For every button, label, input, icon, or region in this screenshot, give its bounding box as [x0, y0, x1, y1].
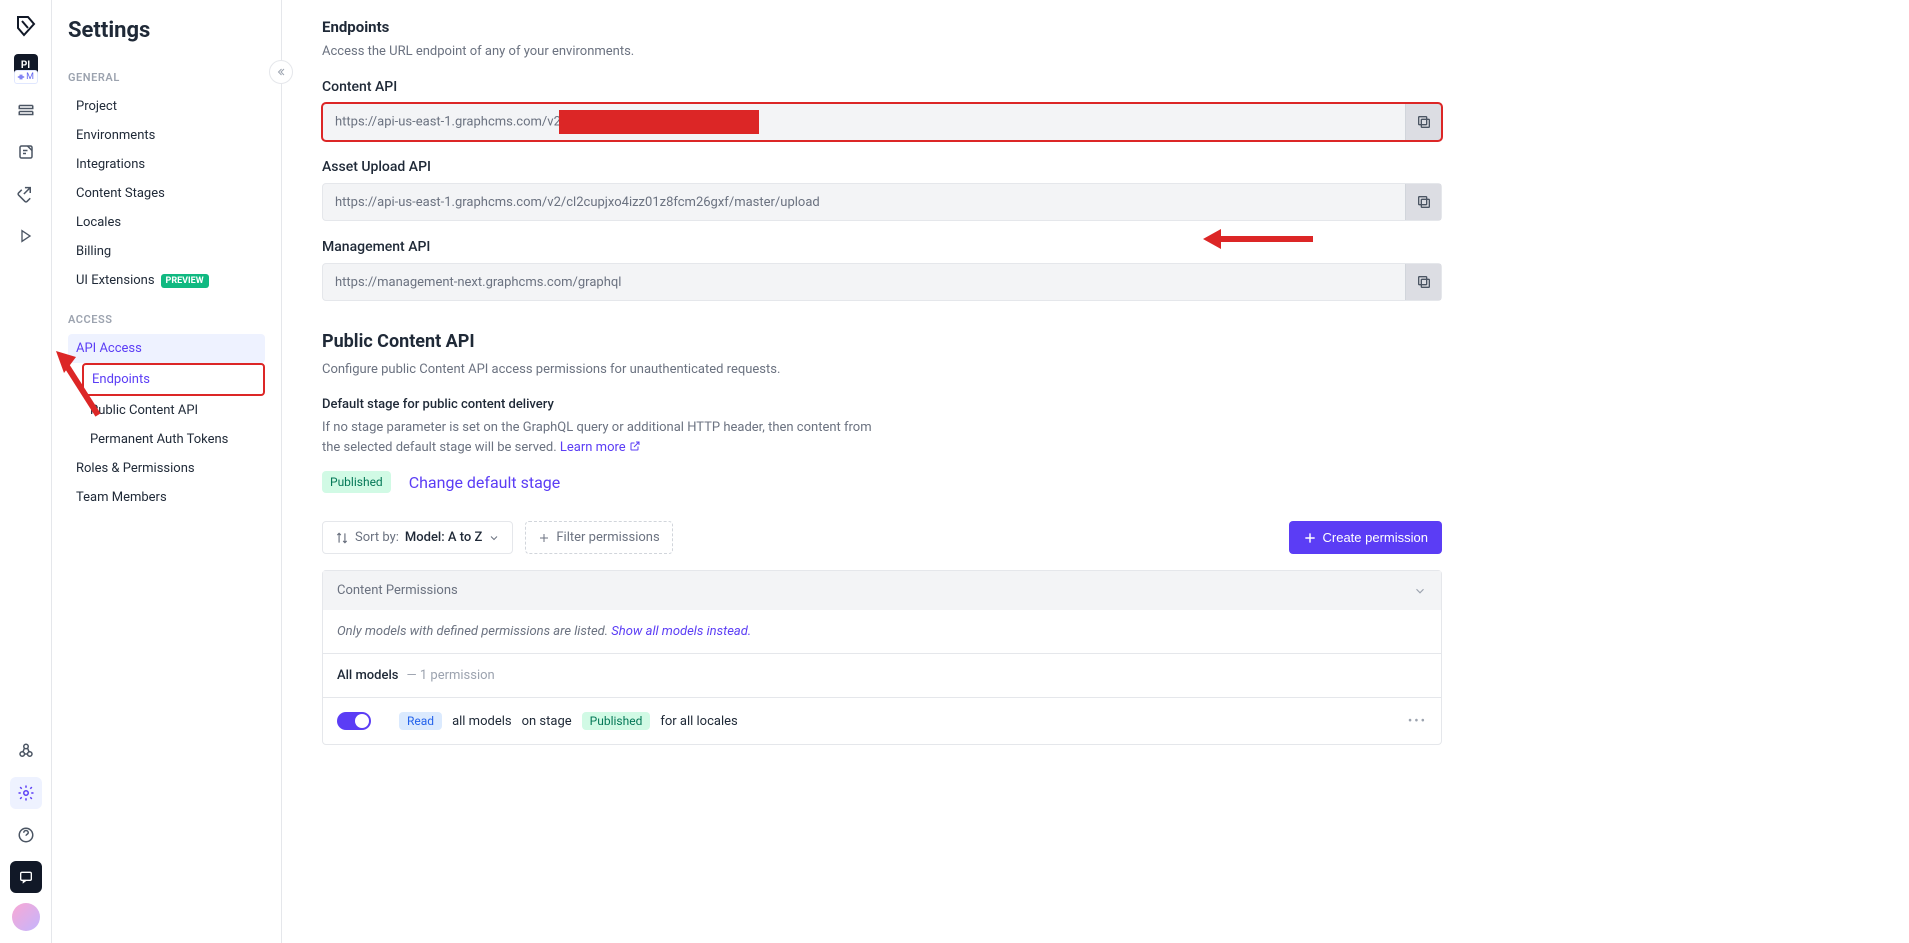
- nav-ui-extensions-label: UI Extensions: [76, 273, 155, 288]
- mgmt-api-label: Management API: [322, 239, 1442, 255]
- endpoints-desc: Access the URL endpoint of any of your e…: [322, 44, 1442, 59]
- collapse-sidebar-button[interactable]: [269, 60, 293, 84]
- redacted-block: [559, 110, 759, 134]
- nav-billing[interactable]: Billing: [68, 237, 265, 266]
- nav-team-members[interactable]: Team Members: [68, 483, 265, 512]
- external-link-icon: [629, 440, 641, 452]
- learn-more-link[interactable]: Learn more: [560, 440, 641, 455]
- nav-content-stages[interactable]: Content Stages: [68, 179, 265, 208]
- copy-icon: [1416, 274, 1432, 290]
- section-access-label: ACCESS: [68, 313, 265, 326]
- nav-integrations[interactable]: Integrations: [68, 150, 265, 179]
- permission-count: — 1 permission: [406, 668, 494, 683]
- panel-title: Content Permissions: [337, 583, 458, 598]
- nav-roles-permissions[interactable]: Roles & Permissions: [68, 454, 265, 483]
- nav-assets-icon[interactable]: [10, 178, 42, 210]
- app-logo[interactable]: [14, 14, 38, 38]
- plus-icon: [1303, 531, 1317, 545]
- read-badge: Read: [399, 712, 442, 730]
- default-stage-desc: If no stage parameter is set on the Grap…: [322, 418, 882, 457]
- icon-bar: PI M: [0, 0, 52, 943]
- section-general-label: GENERAL: [68, 71, 265, 84]
- nav-permanent-auth-tokens[interactable]: Permanent Auth Tokens: [82, 425, 265, 454]
- nav-api-access[interactable]: API Access: [68, 334, 265, 363]
- create-permission-label: Create permission: [1323, 530, 1429, 545]
- more-options-button[interactable]: •••: [1408, 714, 1427, 729]
- nav-project[interactable]: Project: [68, 92, 265, 121]
- public-api-title: Public Content API: [322, 331, 1442, 352]
- env-badge: M: [14, 70, 38, 84]
- permission-toggle[interactable]: [337, 712, 371, 730]
- content-api-url-box: https://api-us-east-1.graphcms.com/v2: [322, 103, 1442, 141]
- asset-api-url: https://api-us-east-1.graphcms.com/v2/cl…: [323, 195, 1405, 210]
- public-api-desc: Configure public Content API access perm…: [322, 362, 1442, 377]
- nav-locales[interactable]: Locales: [68, 208, 265, 237]
- perm-all-models: all models: [452, 714, 512, 729]
- copy-icon: [1416, 114, 1432, 130]
- nav-ui-extensions[interactable]: UI Extensions PREVIEW: [68, 266, 265, 295]
- permission-row: Read all models on stage Published for a…: [323, 698, 1441, 744]
- content-api-url: https://api-us-east-1.graphcms.com/v2: [323, 110, 1405, 134]
- sort-value: Model: A to Z: [405, 530, 482, 545]
- create-permission-button[interactable]: Create permission: [1289, 521, 1443, 554]
- all-models-label: All models: [337, 668, 398, 683]
- perm-locales: for all locales: [660, 714, 737, 729]
- published-badge: Published: [322, 471, 391, 493]
- asset-api-url-box: https://api-us-east-1.graphcms.com/v2/cl…: [322, 183, 1442, 221]
- sort-prefix: Sort by:: [355, 530, 399, 545]
- filter-button[interactable]: Filter permissions: [525, 521, 672, 554]
- nav-endpoints[interactable]: Endpoints: [82, 363, 265, 396]
- panel-note: Only models with defined permissions are…: [323, 610, 1441, 654]
- nav-content-icon[interactable]: [10, 136, 42, 168]
- page-title: Settings: [68, 18, 265, 43]
- nav-schema-icon[interactable]: [10, 94, 42, 126]
- nav-playground-icon[interactable]: [10, 220, 42, 252]
- default-stage-label: Default stage for public content deliver…: [322, 397, 1442, 412]
- asset-api-label: Asset Upload API: [322, 159, 1442, 175]
- all-models-row: All models — 1 permission: [323, 654, 1441, 698]
- nav-webhooks-icon[interactable]: [10, 735, 42, 767]
- mgmt-api-url: https://management-next.graphcms.com/gra…: [323, 275, 1405, 290]
- plus-icon: [538, 532, 550, 544]
- filter-label: Filter permissions: [556, 530, 659, 545]
- settings-sidebar: Settings GENERAL Project Environments In…: [52, 0, 282, 943]
- perm-on-stage: on stage: [522, 714, 572, 729]
- preview-badge: PREVIEW: [161, 274, 209, 288]
- mgmt-api-url-box: https://management-next.graphcms.com/gra…: [322, 263, 1442, 301]
- panel-header[interactable]: Content Permissions: [323, 571, 1441, 610]
- sort-button[interactable]: Sort by: Model: A to Z: [322, 521, 513, 554]
- sort-icon: [335, 531, 349, 545]
- user-avatar[interactable]: [12, 903, 40, 931]
- main-content: Endpoints Access the URL endpoint of any…: [282, 0, 1482, 943]
- chevron-down-icon: [1413, 584, 1427, 598]
- nav-public-content-api[interactable]: Public Content API: [82, 396, 265, 425]
- copy-content-api-button[interactable]: [1405, 104, 1441, 140]
- nav-environments[interactable]: Environments: [68, 121, 265, 150]
- project-switcher[interactable]: PI M: [10, 54, 42, 84]
- copy-mgmt-api-button[interactable]: [1405, 264, 1441, 300]
- nav-help-icon[interactable]: [10, 819, 42, 851]
- nav-settings-icon[interactable]: [10, 777, 42, 809]
- published-badge-small: Published: [582, 712, 651, 730]
- change-stage-link[interactable]: Change default stage: [409, 473, 561, 492]
- content-api-label: Content API: [322, 79, 1442, 95]
- content-permissions-panel: Content Permissions Only models with def…: [322, 570, 1442, 745]
- nav-feedback-icon[interactable]: [10, 861, 42, 893]
- endpoints-title: Endpoints: [322, 18, 1442, 36]
- copy-asset-api-button[interactable]: [1405, 184, 1441, 220]
- chevron-down-icon: [488, 532, 500, 544]
- show-all-models-link[interactable]: Show all models instead.: [611, 624, 751, 639]
- copy-icon: [1416, 194, 1432, 210]
